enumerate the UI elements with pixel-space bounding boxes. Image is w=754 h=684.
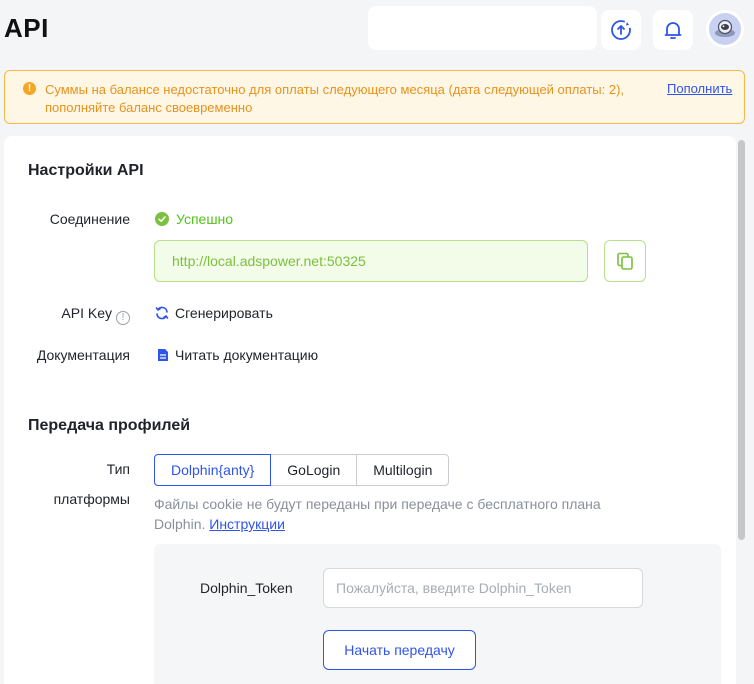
tab-multilogin[interactable]: Multilogin xyxy=(356,454,450,486)
notifications-button[interactable] xyxy=(653,10,693,50)
connection-status: Успешно xyxy=(155,211,233,227)
astronaut-icon xyxy=(715,19,735,37)
refresh-icon xyxy=(155,306,169,320)
avatar-image xyxy=(709,13,741,45)
info-icon[interactable]: ! xyxy=(116,310,130,325)
copy-url-button[interactable] xyxy=(604,240,646,282)
profile-transfer-title: Передача профилей xyxy=(28,417,191,434)
connection-label: Соединение xyxy=(49,211,130,227)
read-docs-link[interactable]: Читать документацию xyxy=(157,347,318,363)
tab-gologin[interactable]: GoLogin xyxy=(270,454,358,486)
dolphin-token-input[interactable] xyxy=(323,568,643,608)
balance-warning-alert: ! Суммы на балансе недостаточно для опла… xyxy=(4,70,745,124)
api-url-field[interactable]: http://local.adspower.net:50325 xyxy=(154,240,588,282)
search-box[interactable] xyxy=(368,6,597,50)
platform-tabs: Dolphin{anty} GoLogin Multilogin xyxy=(154,454,450,486)
top-header: API xyxy=(0,0,754,62)
document-icon xyxy=(158,349,168,361)
bell-icon xyxy=(664,22,682,39)
api-key-label-text: API Key xyxy=(61,305,112,321)
platform-type-label: Тип платформы xyxy=(28,461,130,507)
api-settings-title: Настройки API xyxy=(28,162,144,179)
instructions-link[interactable]: Инструкции xyxy=(209,516,285,532)
docs-label: Документация xyxy=(36,347,130,363)
warning-icon: ! xyxy=(23,82,36,95)
avatar[interactable] xyxy=(706,10,744,48)
sync-upload-button[interactable] xyxy=(601,10,641,50)
copy-icon xyxy=(617,252,633,270)
page-title: API xyxy=(4,13,49,43)
alert-message: Суммы на балансе недостаточно для оплаты… xyxy=(45,82,625,115)
read-docs-label: Читать документацию xyxy=(175,347,319,363)
start-transfer-button[interactable]: Начать передачу xyxy=(323,630,476,670)
platform-label-line2: платформы xyxy=(53,491,130,507)
check-circle-icon xyxy=(155,212,169,226)
transfer-hint: Файлы cookie не будут переданы при перед… xyxy=(154,494,654,534)
platform-label-line1: Тип xyxy=(106,461,130,477)
connection-status-text: Успешно xyxy=(176,211,234,227)
generate-api-key-button[interactable]: Сгенерировать xyxy=(155,305,273,321)
dolphin-token-label: Dolphin_Token xyxy=(200,580,293,596)
generate-label: Сгенерировать xyxy=(175,305,273,321)
top-up-link[interactable]: Пополнить xyxy=(667,81,732,96)
scrollbar[interactable] xyxy=(738,140,745,540)
tab-dolphin[interactable]: Dolphin{anty} xyxy=(154,454,272,486)
upload-sync-icon xyxy=(611,20,631,40)
api-key-label: API Key! xyxy=(28,305,130,325)
